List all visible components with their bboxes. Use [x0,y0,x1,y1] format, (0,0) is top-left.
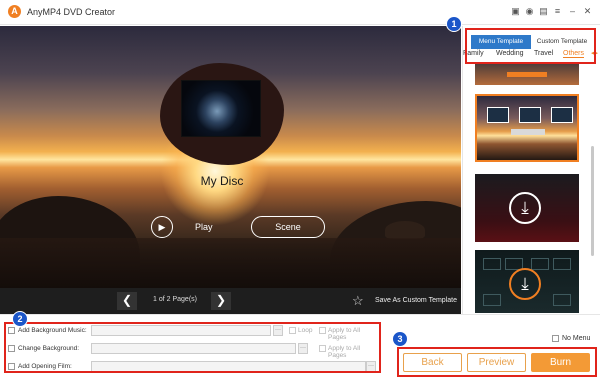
page-indicator: 1 of 2 Page(s) [153,296,197,303]
template-thumbnail[interactable]: ⤓ [475,250,579,313]
app-logo-icon: A [8,5,21,18]
no-menu-label: No Menu [562,335,591,342]
chevron-right-icon: ❯ [215,293,227,307]
app-title: AnyMP4 DVD Creator [27,7,116,17]
star-icon[interactable]: ☆ [352,294,364,307]
background-shore [0,238,461,288]
page-navigation-bar: ❮ 1 of 2 Page(s) ❯ ☆ Save As Custom Temp… [0,288,461,314]
highlight-box-templates [465,28,596,64]
menu-preview: My Disc ▶ Play Scene [0,26,461,288]
highlight-box-options [4,322,381,373]
template-scrollbar[interactable] [591,146,594,256]
template-preview-thumb [551,107,573,123]
no-menu-checkbox[interactable] [552,335,559,342]
step-badge-3: 3 [392,331,408,347]
save-icon[interactable]: ▣ [510,6,521,17]
minimize-icon[interactable]: – [567,6,578,17]
disc-title[interactable]: My Disc [160,174,284,188]
background-rock [385,221,425,239]
title-bar: A AnyMP4 DVD Creator ▣ ◉ ▤ ≡ – ✕ [0,0,600,25]
play-button[interactable]: ▶ [151,216,173,238]
feedback-icon[interactable]: ▤ [538,6,549,17]
close-icon[interactable]: ✕ [582,6,593,17]
template-grid-cell [483,258,501,270]
play-label[interactable]: Play [195,222,213,232]
next-page-button[interactable]: ❯ [211,292,231,310]
highlight-box-actions [397,347,597,377]
download-icon[interactable]: ⤓ [509,192,541,224]
chevron-left-icon: ❮ [121,293,133,307]
template-grid-cell [553,294,571,306]
step-badge-2: 2 [12,311,28,327]
prev-page-button[interactable]: ❮ [117,292,137,310]
template-grid-cell [483,294,501,306]
template-preview-label [511,129,545,135]
template-thumbnail[interactable] [475,63,579,85]
save-custom-template-button[interactable]: Save As Custom Template [375,297,457,304]
menu-icon[interactable]: ≡ [552,6,563,17]
template-thumbnail[interactable]: ⤓ [475,174,579,242]
scene-button[interactable]: Scene [251,216,325,238]
play-icon: ▶ [158,222,166,232]
download-icon[interactable]: ⤓ [509,268,541,300]
template-preview-thumb [519,107,541,123]
template-list: ⤓ ⤓ [473,63,583,313]
template-preview-bar [507,72,547,77]
step-badge-1: 1 [446,16,462,32]
template-thumbnail-selected[interactable] [475,94,579,162]
template-preview-thumb [487,107,509,123]
disc-thumbnail[interactable] [181,80,261,137]
template-grid-cell [553,258,571,270]
template-grid-cell [531,258,549,270]
template-panel: Menu Template Custom Template Family Wed… [462,26,600,314]
user-icon[interactable]: ◉ [524,6,535,17]
